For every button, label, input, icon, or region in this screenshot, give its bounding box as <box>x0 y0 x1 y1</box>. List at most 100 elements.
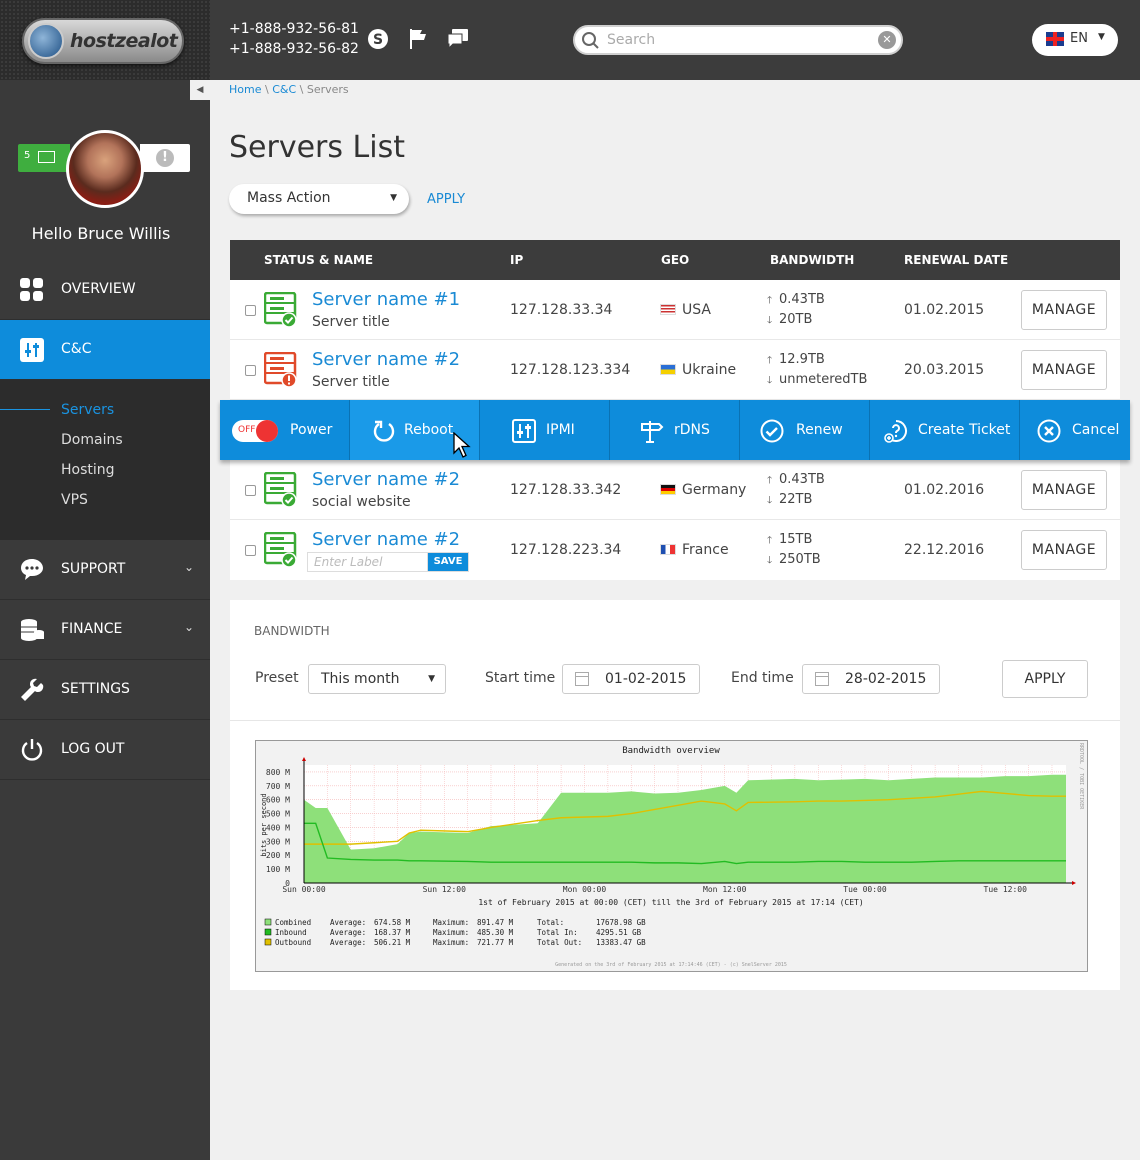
ipmi-button[interactable]: IPMI <box>480 400 610 460</box>
logo-area: hostzealot <box>0 0 210 80</box>
dashboard-icon <box>20 278 43 301</box>
nav-item-support[interactable]: SUPPORT ⌄ <box>0 540 210 600</box>
nav-item-cc[interactable]: C&C <box>0 320 210 380</box>
legend-maximum-value: 485.30 M <box>477 928 514 937</box>
search-icon <box>582 32 599 49</box>
greeting-hello: Hello <box>31 224 73 243</box>
flag-icon[interactable] <box>408 28 430 50</box>
power-action[interactable]: OFF Power <box>220 400 350 460</box>
end-time-input[interactable]: 28-02-2015 <box>802 664 940 694</box>
label-input[interactable] <box>307 552 427 572</box>
bandwidth-chart: 800 M 700 M 600 M 500 M 400 M 300 M 200 M 100 M… <box>255 740 1088 972</box>
row-checkbox[interactable] <box>245 305 256 316</box>
column-status-name[interactable]: STATUS & NAME <box>264 253 373 267</box>
avatar[interactable] <box>66 130 144 208</box>
legend-maximum-value: 891.47 M <box>477 918 514 927</box>
nav-label-finance: FINANCE <box>61 621 123 637</box>
cancel-circle-icon <box>1037 419 1061 443</box>
mass-action-select[interactable]: Mass Action ▼ <box>229 184 409 214</box>
arrow-up-icon: 🡑 <box>767 295 773 306</box>
nav-item-settings[interactable]: SETTINGS <box>0 660 210 720</box>
legend-swatch <box>264 938 272 946</box>
nav-item-logout[interactable]: LOG OUT <box>0 720 210 780</box>
server-name-link[interactable]: Server name #2 <box>312 529 460 550</box>
breadcrumb-separator: \ <box>261 83 273 96</box>
server-ip: 127.128.33.34 <box>510 302 613 318</box>
server-error-icon <box>264 352 297 388</box>
y-tick-label: 500 M <box>266 810 290 819</box>
server-name-link[interactable]: Server name #2 <box>312 349 460 370</box>
arrow-down-icon: 🡓 <box>767 315 773 326</box>
preset-select[interactable]: This month ▼ <box>308 664 446 694</box>
ipmi-label: IPMI <box>546 422 575 438</box>
start-time-input[interactable]: 01-02-2015 <box>562 664 700 694</box>
renew-label: Renew <box>796 422 843 438</box>
y-tick-label: 400 M <box>266 823 290 832</box>
renewal-date: 01.02.2015 <box>904 302 985 318</box>
row-checkbox[interactable] <box>245 365 256 376</box>
server-ip: 127.128.33.342 <box>510 482 622 498</box>
nav-item-overview[interactable]: OVERVIEW <box>0 260 210 320</box>
table-row: Server name #1 Server title 127.128.33.3… <box>230 280 1120 340</box>
manage-button[interactable]: MANAGE <box>1021 350 1107 390</box>
manage-button[interactable]: MANAGE <box>1021 290 1107 330</box>
logo[interactable]: hostzealot <box>22 18 184 64</box>
reboot-label: Reboot <box>404 422 454 438</box>
subnav-item-vps[interactable]: VPS <box>61 492 88 508</box>
label-save-button[interactable]: SAVE <box>427 552 469 572</box>
bandwidth-down: 🡓 20TB <box>767 312 812 330</box>
subnav-item-domains[interactable]: Domains <box>61 432 123 448</box>
cancel-button[interactable]: Cancel <box>1020 400 1130 460</box>
x-tick-label: Sun 00:00 <box>282 885 326 894</box>
legend-name: Outbound <box>275 938 311 947</box>
column-geo[interactable]: GEO <box>661 253 689 267</box>
renewal-date: 22.12.2016 <box>904 542 985 558</box>
power-toggle[interactable]: OFF <box>232 420 278 442</box>
phone-1[interactable]: +1-888-932-56-81 <box>229 21 359 37</box>
legend-average-label: Average: <box>330 928 366 937</box>
toggle-knob <box>256 420 278 442</box>
subnav-item-servers[interactable]: Servers <box>61 402 114 418</box>
manage-button[interactable]: MANAGE <box>1021 530 1107 570</box>
column-renewal-date[interactable]: RENEWAL DATE <box>904 253 1008 267</box>
legend-average-label: Average: <box>330 938 366 947</box>
language-selector[interactable]: EN ▼ <box>1032 24 1118 56</box>
mass-action-apply-button[interactable]: APPLY <box>427 192 465 207</box>
arrow-down-icon: 🡓 <box>767 375 773 386</box>
column-bandwidth[interactable]: BANDWIDTH <box>770 253 854 267</box>
y-tick-label: 700 M <box>266 782 290 791</box>
skype-icon[interactable]: S <box>367 28 389 50</box>
rdns-button[interactable]: rDNS <box>610 400 740 460</box>
chat-icon[interactable] <box>447 28 469 50</box>
bandwidth-apply-button[interactable]: APPLY <box>1002 660 1088 698</box>
server-geo: Ukraine <box>660 362 736 378</box>
alert-badge[interactable]: ! <box>140 144 190 172</box>
server-name-link[interactable]: Server name #2 <box>312 469 460 490</box>
close-icon[interactable]: ✕ <box>878 31 896 49</box>
row-checkbox[interactable] <box>245 545 256 556</box>
renew-button[interactable]: Renew <box>740 400 870 460</box>
breadcrumb-home[interactable]: Home <box>229 83 261 96</box>
nav-item-finance[interactable]: FINANCE ⌄ <box>0 600 210 660</box>
manage-button[interactable]: MANAGE <box>1021 470 1107 510</box>
nav-label-settings: SETTINGS <box>61 681 130 697</box>
bandwidth-down-value: 22TB <box>779 492 813 507</box>
breadcrumb-cc[interactable]: C&C <box>272 83 296 96</box>
search-input[interactable] <box>607 32 857 48</box>
server-name-link[interactable]: Server name #1 <box>312 289 460 310</box>
row-checkbox[interactable] <box>245 485 256 496</box>
subnav: Servers Domains Hosting VPS <box>0 380 210 540</box>
column-ip[interactable]: IP <box>510 253 523 267</box>
active-indicator <box>0 409 50 410</box>
chat-bubble-icon <box>21 559 43 580</box>
us-flag-icon <box>660 304 676 315</box>
geo-country: Ukraine <box>682 362 737 378</box>
create-ticket-button[interactable]: Create Ticket <box>870 400 1020 460</box>
subnav-item-hosting[interactable]: Hosting <box>61 462 115 478</box>
bandwidth-up-value: 15TB <box>779 532 813 547</box>
mail-badge[interactable]: 5 <box>18 144 70 172</box>
legend-maximum-label: Maximum: <box>433 928 469 937</box>
phone-2[interactable]: +1-888-932-56-82 <box>229 41 359 57</box>
sidebar-collapse-button[interactable]: ◀ <box>190 80 210 100</box>
uk-flag-icon <box>1046 32 1064 46</box>
